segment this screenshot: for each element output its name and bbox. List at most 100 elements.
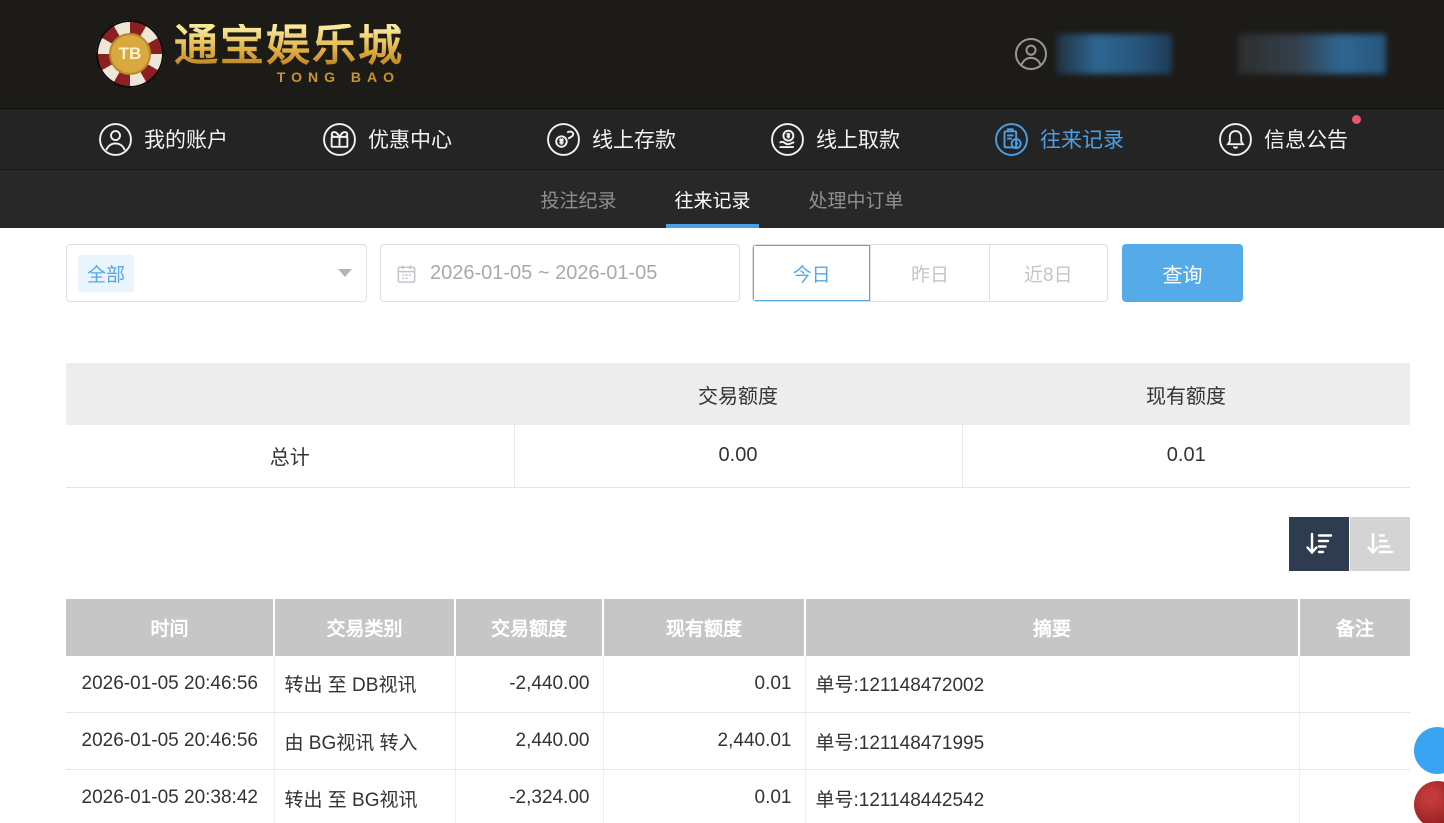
cell-balance: 2,440.01 xyxy=(603,713,805,770)
cell-remark xyxy=(1299,656,1410,713)
cell-summary: 单号:121148471995 xyxy=(805,713,1299,770)
records-table: 时间 交易类别 交易额度 现有额度 摘要 备注 2026-01-05 20:46… xyxy=(66,599,1410,823)
nav-item-transactions[interactable]: 往来记录 xyxy=(994,122,1124,157)
quick-range-last8days[interactable]: 近8日 xyxy=(989,245,1107,301)
cell-time: 2026-01-05 20:38:42 xyxy=(66,770,274,823)
tab-label: 投注纪录 xyxy=(540,186,616,213)
summary-header-balance: 现有额度 xyxy=(962,363,1410,425)
col-header-balance: 现有额度 xyxy=(603,599,805,656)
table-row: 2026-01-05 20:46:56 由 BG视讯 转入 2,440.00 2… xyxy=(66,713,1410,770)
nav-label: 我的账户 xyxy=(144,124,228,154)
cell-time: 2026-01-05 20:46:56 xyxy=(66,713,274,770)
redacted-balance xyxy=(1238,34,1386,74)
withdraw-icon xyxy=(770,122,805,157)
site-subtitle: TONG BAO xyxy=(277,70,400,84)
calendar-icon xyxy=(395,262,418,285)
type-select[interactable]: 全部 xyxy=(66,244,367,302)
main-nav: 我的账户 优惠中心 线上存款 xyxy=(0,108,1444,170)
cell-type: 由 BG视讯 转入 xyxy=(274,713,455,770)
sub-tabs: 投注纪录 往来记录 处理中订单 xyxy=(0,170,1444,228)
user-balance-group[interactable] xyxy=(1238,34,1386,74)
cell-type: 转出 至 DB视讯 xyxy=(274,656,455,713)
quick-range-group: 今日 昨日 近8日 xyxy=(752,244,1108,302)
quick-label: 昨日 xyxy=(911,260,949,287)
tab-transaction-records[interactable]: 往来记录 xyxy=(666,170,758,228)
nav-item-account[interactable]: 我的账户 xyxy=(98,122,228,157)
cell-type: 转出 至 BG视讯 xyxy=(274,770,455,823)
page: TB 通宝娱乐城 TONG BAO xyxy=(0,0,1444,823)
tab-label: 往来记录 xyxy=(674,186,750,213)
nav-item-withdraw[interactable]: 线上取款 xyxy=(770,122,900,157)
sort-toolbar xyxy=(66,517,1410,571)
tab-pending-orders[interactable]: 处理中订单 xyxy=(801,170,912,228)
sort-amount-desc-icon xyxy=(1304,529,1334,559)
quick-label: 今日 xyxy=(793,260,831,287)
deposit-icon xyxy=(546,122,581,157)
cell-amount: 2,440.00 xyxy=(455,713,603,770)
bell-icon xyxy=(1218,122,1253,157)
chip-tb-label: TB xyxy=(109,33,151,75)
nav-item-announcements[interactable]: 信息公告 xyxy=(1218,122,1348,157)
col-header-time: 时间 xyxy=(66,599,274,656)
user-avatar-icon xyxy=(1014,37,1048,71)
summary-header-trade-amount: 交易额度 xyxy=(514,363,962,425)
table-row: 2026-01-05 20:38:42 转出 至 BG视讯 -2,324.00 … xyxy=(66,770,1410,823)
cell-remark xyxy=(1299,770,1410,823)
col-header-type: 交易类别 xyxy=(274,599,455,656)
col-header-remark: 备注 xyxy=(1299,599,1410,656)
cell-balance: 0.01 xyxy=(603,770,805,823)
quick-range-today[interactable]: 今日 xyxy=(753,245,870,301)
site-name: 通宝娱乐城 xyxy=(174,24,404,68)
sort-ascending-button[interactable] xyxy=(1350,517,1410,571)
summary-trade-amount: 0.00 xyxy=(514,425,962,487)
date-range-input[interactable]: 2026-01-05 ~ 2026-01-05 xyxy=(380,244,740,302)
logo-text: 通宝娱乐城 TONG BAO xyxy=(174,24,404,84)
records-icon xyxy=(994,122,1029,157)
nav-label: 往来记录 xyxy=(1040,124,1124,154)
records-header-row: 时间 交易类别 交易额度 现有额度 摘要 备注 xyxy=(66,599,1410,656)
summary-table: 交易额度 现有额度 总计 0.00 0.01 xyxy=(66,363,1410,488)
quick-range-yesterday[interactable]: 昨日 xyxy=(870,245,988,301)
cell-time: 2026-01-05 20:46:56 xyxy=(66,656,274,713)
redacted-username xyxy=(1056,34,1172,74)
col-header-amount: 交易额度 xyxy=(455,599,603,656)
cell-remark xyxy=(1299,713,1410,770)
cell-amount: -2,440.00 xyxy=(455,656,603,713)
cell-summary: 单号:121148442542 xyxy=(805,770,1299,823)
summary-total-row: 总计 0.00 0.01 xyxy=(66,425,1410,487)
sort-descending-button[interactable] xyxy=(1289,517,1349,571)
date-range-value: 2026-01-05 ~ 2026-01-05 xyxy=(430,262,657,285)
nav-item-promotions[interactable]: 优惠中心 xyxy=(322,122,452,157)
summary-balance: 0.01 xyxy=(962,425,1410,487)
account-icon xyxy=(98,122,133,157)
type-select-value: 全部 xyxy=(78,255,134,292)
tab-label: 处理中订单 xyxy=(809,186,904,213)
summary-header-empty xyxy=(66,363,514,425)
user-zone xyxy=(1014,34,1386,74)
chevron-down-icon xyxy=(338,269,352,277)
nav-item-deposit[interactable]: 线上存款 xyxy=(546,122,676,157)
cell-summary: 单号:121148472002 xyxy=(805,656,1299,713)
nav-label: 线上存款 xyxy=(592,124,676,154)
content-area: 全部 2026-01-05 ~ 2026-01-05 今日 xyxy=(0,228,1444,823)
nav-label: 信息公告 xyxy=(1264,124,1348,154)
nav-label: 线上取款 xyxy=(816,124,900,154)
search-button[interactable]: 查询 xyxy=(1122,244,1243,302)
notification-dot xyxy=(1352,115,1361,124)
filter-bar: 全部 2026-01-05 ~ 2026-01-05 今日 xyxy=(66,244,1410,302)
cell-balance: 0.01 xyxy=(603,656,805,713)
summary-header-row: 交易额度 现有额度 xyxy=(66,363,1410,425)
sort-amount-asc-icon xyxy=(1365,529,1395,559)
nav-label: 优惠中心 xyxy=(368,124,452,154)
cell-amount: -2,324.00 xyxy=(455,770,603,823)
site-logo[interactable]: TB 通宝娱乐城 TONG BAO xyxy=(96,20,404,88)
summary-total-label: 总计 xyxy=(66,425,514,487)
brand-header: TB 通宝娱乐城 TONG BAO xyxy=(0,0,1444,108)
col-header-summary: 摘要 xyxy=(805,599,1299,656)
table-row: 2026-01-05 20:46:56 转出 至 DB视讯 -2,440.00 … xyxy=(66,656,1410,713)
quick-label: 近8日 xyxy=(1024,260,1073,287)
tab-bet-records[interactable]: 投注纪录 xyxy=(532,170,624,228)
casino-chip-icon: TB xyxy=(96,20,164,88)
user-account-group[interactable] xyxy=(1014,34,1172,74)
gift-icon xyxy=(322,122,357,157)
